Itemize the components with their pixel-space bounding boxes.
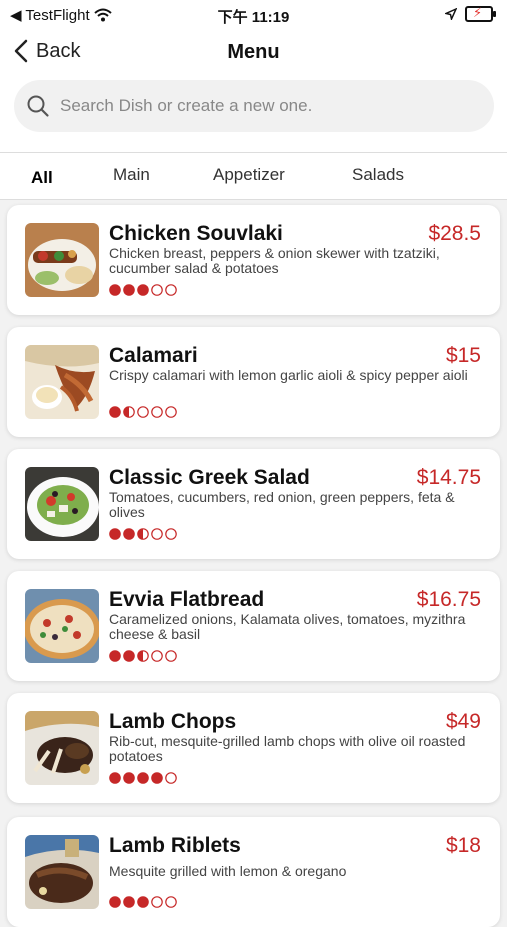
dish-price: $49 — [445, 710, 481, 733]
category-tabs: All Main Appetizer Salads — [0, 152, 507, 200]
rating-dot-filled — [109, 896, 121, 908]
rating-dot-empty — [165, 284, 177, 296]
dish-rating — [109, 284, 177, 296]
rating-dot-empty — [151, 896, 163, 908]
lamb-riblets-photo — [25, 835, 99, 909]
dish-card[interactable]: Lamb Chops $49 Rib-cut, mesquite-grilled… — [7, 693, 500, 803]
rating-dot-empty — [137, 406, 149, 418]
rating-dot-empty — [165, 650, 177, 662]
flatbread-photo — [25, 589, 99, 663]
calamari-photo — [25, 345, 99, 419]
dish-description: Tomatoes, cucumbers, red onion, green pe… — [109, 489, 455, 520]
search-icon — [27, 95, 49, 117]
rating-dot-empty — [151, 528, 163, 540]
dish-description: Rib-cut, mesquite-grilled lamb chops wit… — [109, 733, 466, 764]
search-input[interactable] — [58, 95, 472, 117]
search-bar[interactable] — [14, 80, 494, 132]
dish-rating — [109, 896, 177, 908]
status-bar: ◀ TestFlight 下午 11:19 ⚡ — [0, 0, 507, 28]
dish-description: Crispy calamari with lemon garlic aioli … — [109, 367, 468, 383]
tab-appetizer[interactable]: Appetizer — [213, 165, 285, 185]
page-title: Menu — [227, 41, 280, 63]
souvlaki-photo — [25, 223, 99, 297]
search-section — [0, 78, 507, 152]
rating-dot-filled — [109, 406, 121, 418]
dish-name: Evvia Flatbread — [109, 588, 265, 611]
tab-main[interactable]: Main — [113, 165, 150, 185]
rating-dot-filled — [109, 772, 121, 784]
rating-dot-half — [137, 650, 149, 662]
dish-price: $14.75 — [416, 466, 481, 489]
rating-dot-filled — [137, 284, 149, 296]
dish-rating — [109, 650, 177, 662]
rating-dot-empty — [151, 284, 163, 296]
dish-card[interactable]: Evvia Flatbread $16.75 Caramelized onion… — [7, 571, 500, 681]
rating-dot-filled — [151, 772, 163, 784]
dish-description: Chicken breast, peppers & onion skewer w… — [109, 245, 440, 276]
tab-salads[interactable]: Salads — [352, 165, 404, 185]
dish-name: Lamb Riblets — [109, 834, 241, 857]
dish-card[interactable]: Lamb Riblets $18 Mesquite grilled with l… — [7, 817, 500, 927]
dish-price: $15 — [445, 344, 481, 367]
rating-dot-filled — [137, 896, 149, 908]
dish-card[interactable]: Calamari $15 Crispy calamari with lemon … — [7, 327, 500, 437]
rating-dot-filled — [109, 284, 121, 296]
navigation-bar: Back Menu — [0, 28, 507, 78]
rating-dot-filled — [123, 528, 135, 540]
dish-rating — [109, 528, 177, 540]
rating-dot-filled — [109, 528, 121, 540]
dish-name: Chicken Souvlaki — [109, 222, 283, 245]
dish-rating — [109, 406, 177, 418]
rating-dot-empty — [151, 406, 163, 418]
dish-description: Caramelized onions, Kalamata olives, tom… — [109, 611, 466, 642]
rating-dot-filled — [123, 284, 135, 296]
location-arrow-icon — [445, 8, 457, 20]
dish-price: $28.5 — [428, 222, 481, 245]
dish-name: Calamari — [109, 344, 198, 367]
rating-dot-empty — [165, 406, 177, 418]
rating-dot-filled — [123, 896, 135, 908]
dish-description: Mesquite grilled with lemon & oregano — [109, 863, 347, 879]
dish-price: $16.75 — [416, 588, 481, 611]
status-time: 下午 11:19 — [217, 9, 290, 26]
dish-price: $18 — [445, 834, 481, 857]
rating-dot-empty — [151, 650, 163, 662]
dish-card[interactable]: Classic Greek Salad $14.75 Tomatoes, cuc… — [7, 449, 500, 559]
status-right: ⚡ — [445, 5, 496, 22]
greek-salad-photo — [25, 467, 99, 541]
tab-all[interactable]: All — [31, 168, 53, 188]
dish-name: Classic Greek Salad — [109, 466, 310, 489]
rating-dot-filled — [109, 650, 121, 662]
battery-icon: ⚡ — [465, 5, 496, 22]
lamb-chops-photo — [25, 711, 99, 785]
dish-name: Lamb Chops — [109, 710, 237, 733]
rating-dot-half — [123, 406, 135, 418]
rating-dot-filled — [123, 772, 135, 784]
rating-dot-filled — [137, 772, 149, 784]
rating-dot-empty — [165, 896, 177, 908]
dish-card[interactable]: Chicken Souvlaki $28.5 Chicken breast, p… — [7, 205, 500, 315]
rating-dot-filled — [123, 650, 135, 662]
dish-rating — [109, 772, 177, 784]
rating-dot-half — [137, 528, 149, 540]
rating-dot-empty — [165, 772, 177, 784]
rating-dot-empty — [165, 528, 177, 540]
